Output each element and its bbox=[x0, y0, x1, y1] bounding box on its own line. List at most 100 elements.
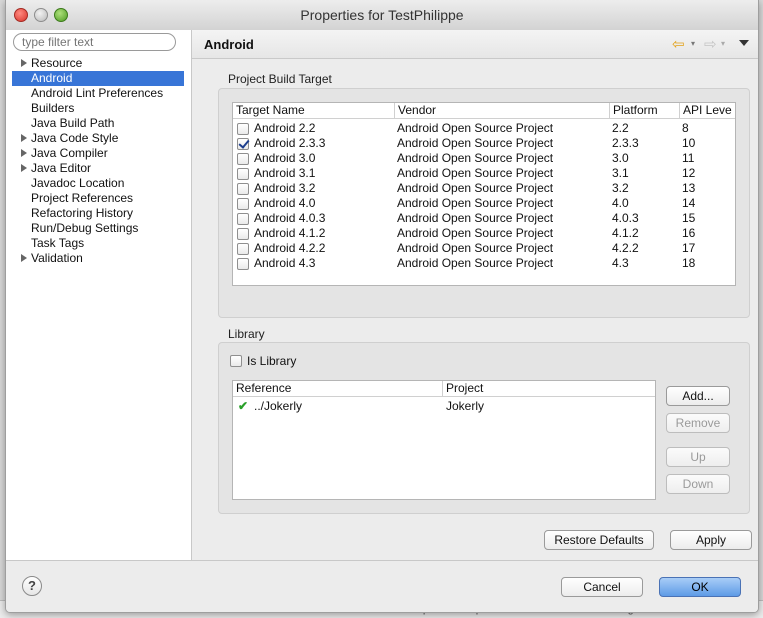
expand-triangle-icon[interactable] bbox=[21, 59, 27, 67]
table-row[interactable]: Android 4.0.3 Android Open Source Project… bbox=[233, 211, 735, 226]
target-platform: 3.0 bbox=[612, 151, 629, 165]
target-checkbox[interactable] bbox=[237, 168, 249, 180]
tree-item-builders[interactable]: Builders bbox=[12, 101, 184, 116]
library-label: Library bbox=[228, 327, 265, 341]
target-vendor: Android Open Source Project bbox=[397, 166, 554, 180]
tree-item-label: Run/Debug Settings bbox=[31, 221, 139, 235]
target-checkbox[interactable] bbox=[237, 228, 249, 240]
table-row[interactable]: Android 3.2 Android Open Source Project 3.… bbox=[233, 181, 735, 196]
table-row[interactable]: Android 4.2.2 Android Open Source Project… bbox=[233, 241, 735, 256]
table-row[interactable]: Android 3.1 Android Open Source Project 3.… bbox=[233, 166, 735, 181]
column-target-name[interactable]: Target Name bbox=[233, 103, 394, 118]
table-row[interactable]: Android 4.1.2 Android Open Source Project… bbox=[233, 226, 735, 241]
target-vendor: Android Open Source Project bbox=[397, 136, 554, 150]
target-name: Android 4.0 bbox=[254, 196, 316, 210]
is-library-checkbox[interactable]: Is Library bbox=[230, 354, 330, 369]
target-api-level: 16 bbox=[682, 226, 696, 240]
target-checkbox[interactable] bbox=[237, 153, 249, 165]
properties-dialog: Properties for TestPhilippe ResourceAndr… bbox=[5, 0, 759, 613]
target-api-level: 18 bbox=[682, 256, 696, 270]
column-vendor[interactable]: Vendor bbox=[394, 103, 608, 118]
tree-item-label: Javadoc Location bbox=[31, 176, 125, 190]
target-name: Android 4.1.2 bbox=[254, 226, 326, 240]
library-header: Reference Project bbox=[233, 381, 655, 397]
target-name: Android 3.1 bbox=[254, 166, 316, 180]
restore-defaults-button[interactable]: Restore Defaults bbox=[544, 530, 654, 550]
column-platform[interactable]: Platform bbox=[609, 103, 678, 118]
forward-history-chevron-icon[interactable]: ▾ bbox=[721, 39, 725, 48]
target-platform: 4.2.2 bbox=[612, 241, 639, 255]
back-arrow-icon[interactable]: ⇦ bbox=[672, 35, 685, 53]
cancel-button[interactable]: Cancel bbox=[561, 577, 643, 597]
category-tree: Resource Android Android Lint Preferences B… bbox=[12, 56, 184, 266]
tree-item-android-lint-preferences[interactable]: Android Lint Preferences bbox=[12, 86, 184, 101]
target-name: Android 4.2.2 bbox=[254, 241, 326, 255]
tree-item-label: Resource bbox=[31, 56, 83, 70]
table-row[interactable]: ✔ ../Jokerly Jokerly bbox=[233, 399, 655, 414]
column-reference[interactable]: Reference bbox=[233, 381, 441, 396]
tree-item-label: Project References bbox=[31, 191, 134, 205]
help-icon[interactable]: ? bbox=[22, 576, 42, 596]
tree-item-java-code-style[interactable]: Java Code Style bbox=[12, 131, 184, 146]
column-api-level[interactable]: API Leve bbox=[679, 103, 735, 118]
back-history-chevron-icon[interactable]: ▾ bbox=[691, 39, 695, 48]
target-platform: 2.3.3 bbox=[612, 136, 639, 150]
build-target-table: Target Name Vendor Platform API Leve And… bbox=[232, 102, 736, 286]
forward-arrow-icon[interactable]: ⇨ bbox=[704, 35, 717, 53]
table-row[interactable]: Android 4.3 Android Open Source Project 4.… bbox=[233, 256, 735, 271]
target-platform: 2.2 bbox=[612, 121, 629, 135]
tree-item-java-build-path[interactable]: Java Build Path bbox=[12, 116, 184, 131]
target-checkbox[interactable] bbox=[237, 198, 249, 210]
target-name: Android 3.0 bbox=[254, 151, 316, 165]
tree-item-refactoring-history[interactable]: Refactoring History bbox=[12, 206, 184, 221]
tree-item-javadoc-location[interactable]: Javadoc Location bbox=[12, 176, 184, 191]
target-vendor: Android Open Source Project bbox=[397, 256, 554, 270]
library-project: Jokerly bbox=[446, 399, 485, 413]
tree-item-java-editor[interactable]: Java Editor bbox=[12, 161, 184, 176]
move-up-button[interactable]: Up bbox=[666, 447, 730, 467]
target-name: Android 4.3 bbox=[254, 256, 316, 270]
expand-triangle-icon[interactable] bbox=[21, 164, 27, 172]
build-target-group: Target Name Vendor Platform API Leve And… bbox=[218, 88, 750, 318]
tree-item-label: Refactoring History bbox=[31, 206, 134, 220]
expand-triangle-icon[interactable] bbox=[21, 254, 27, 262]
target-name: Android 2.2 bbox=[254, 121, 316, 135]
is-library-checkbox-box[interactable] bbox=[230, 355, 242, 367]
target-checkbox[interactable] bbox=[237, 138, 249, 150]
filter-input[interactable] bbox=[13, 33, 176, 51]
table-row[interactable]: Android 2.2 Android Open Source Project 2.… bbox=[233, 121, 735, 136]
target-checkbox[interactable] bbox=[237, 258, 249, 270]
target-api-level: 11 bbox=[682, 151, 695, 165]
tree-item-label: Java Editor bbox=[31, 161, 92, 175]
ok-button[interactable]: OK bbox=[659, 577, 741, 597]
tree-item-label: Validation bbox=[31, 251, 83, 265]
tree-item-resource[interactable]: Resource bbox=[12, 56, 184, 71]
tree-item-task-tags[interactable]: Task Tags bbox=[12, 236, 184, 251]
tree-item-validation[interactable]: Validation bbox=[12, 251, 184, 266]
tree-item-java-compiler[interactable]: Java Compiler bbox=[12, 146, 184, 161]
add-library-button[interactable]: Add... bbox=[666, 386, 730, 406]
table-row[interactable]: Android 4.0 Android Open Source Project 4.… bbox=[233, 196, 735, 211]
table-row[interactable]: Android 2.3.3 Android Open Source Project… bbox=[233, 136, 735, 151]
expand-triangle-icon[interactable] bbox=[21, 134, 27, 142]
target-checkbox[interactable] bbox=[237, 183, 249, 195]
dialog-footer: ? Cancel OK bbox=[6, 560, 758, 612]
target-platform: 3.1 bbox=[612, 166, 629, 180]
apply-button[interactable]: Apply bbox=[670, 530, 752, 550]
remove-library-button[interactable]: Remove bbox=[666, 413, 730, 433]
tree-item-project-references[interactable]: Project References bbox=[12, 191, 184, 206]
tree-item-run-debug-settings[interactable]: Run/Debug Settings bbox=[12, 221, 184, 236]
target-checkbox[interactable] bbox=[237, 243, 249, 255]
target-checkbox[interactable] bbox=[237, 213, 249, 225]
view-menu-icon[interactable] bbox=[739, 40, 749, 46]
move-down-button[interactable]: Down bbox=[666, 474, 730, 494]
target-vendor: Android Open Source Project bbox=[397, 196, 554, 210]
is-library-label: Is Library bbox=[247, 354, 297, 368]
target-checkbox[interactable] bbox=[237, 123, 249, 135]
column-project[interactable]: Project bbox=[442, 381, 651, 396]
table-row[interactable]: Android 3.0 Android Open Source Project 3.… bbox=[233, 151, 735, 166]
tree-item-android[interactable]: Android bbox=[12, 71, 184, 86]
expand-triangle-icon[interactable] bbox=[21, 149, 27, 157]
check-icon: ✔ bbox=[238, 399, 249, 413]
target-name: Android 4.0.3 bbox=[254, 211, 326, 225]
